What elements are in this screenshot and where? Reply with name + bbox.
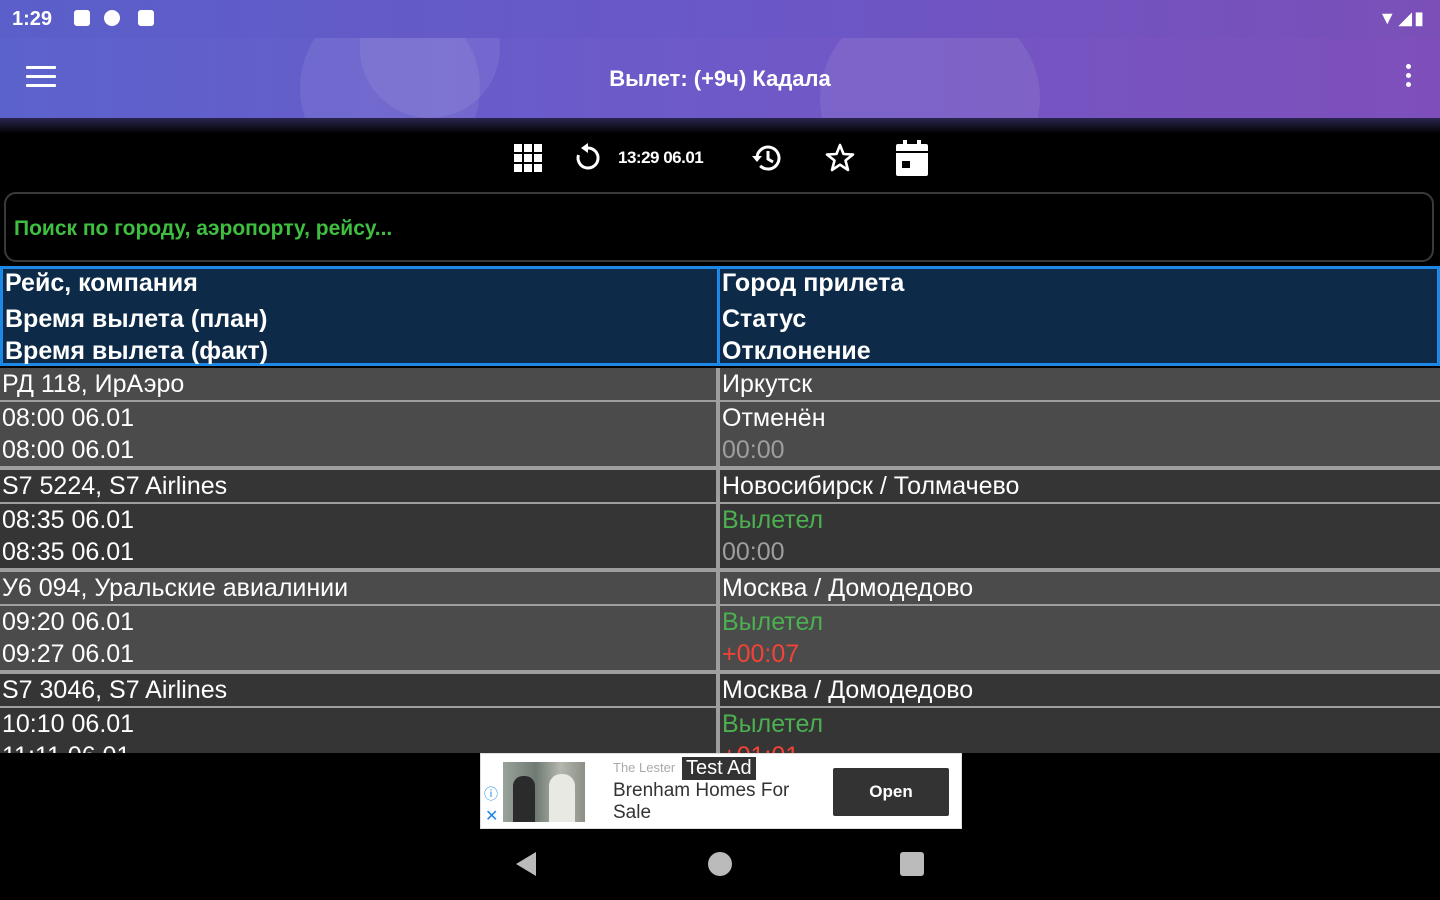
row-right: Новосибирск / Толмачево Вылетел 00:00 (720, 470, 1440, 568)
flight-status: Отменён (722, 404, 826, 432)
ad-brand: The Lester (613, 760, 676, 775)
flight-number: РД 118, ИрАэро (2, 370, 185, 398)
arrival-city: Иркутск (722, 370, 813, 398)
update-timestamp: 13:29 06.01 (618, 148, 704, 167)
appbar-shadow (0, 118, 1440, 134)
search-input[interactable] (12, 214, 1416, 244)
arrival-city: Москва / Домодедово (722, 574, 974, 602)
header-left: Рейс, компания Время вылета (план) Время… (3, 269, 720, 365)
arrival-city: Москва / Домодедово (722, 676, 974, 704)
table-row[interactable]: РД 118, ИрАэро 08:00 06.01 08:00 06.01 И… (0, 368, 1440, 470)
page-title: Вылет: (+9ч) Кадала (609, 66, 831, 91)
table-row[interactable]: S7 3046, S7 Airlines 10:10 06.01 11:11 0… (0, 674, 1440, 753)
calendar-icon[interactable] (890, 136, 934, 180)
grid-view-icon[interactable] (508, 136, 548, 180)
header-status: Статус (722, 305, 807, 333)
actual-time: 09:27 06.01 (2, 640, 135, 668)
header-flight: Рейс, компания (5, 269, 198, 297)
status-bar: 1:29 ▼◢▮ (0, 0, 1440, 38)
flight-number: У6 094, Уральские авиалинии (2, 574, 349, 602)
planned-time: 08:35 06.01 (2, 506, 135, 534)
header-city: Город прилета (722, 269, 905, 297)
header-actual-time: Время вылета (факт) (5, 337, 269, 365)
status-time: 1:29 (12, 8, 53, 30)
signal-battery-icon: ▼◢▮ (1378, 8, 1426, 28)
system-nav-bar (0, 830, 1440, 900)
flight-number: S7 3046, S7 Airlines (2, 676, 228, 704)
home-icon[interactable] (708, 852, 732, 876)
table-header: Рейс, компания Время вылета (план) Время… (0, 266, 1440, 366)
header-deviation: Отклонение (722, 337, 871, 365)
test-ad-label: Test Ad (681, 756, 757, 781)
toolbar: 13:29 06.01 (0, 136, 1440, 182)
flights-table: Рейс, компания Время вылета (план) Время… (0, 266, 1440, 753)
refresh-icon[interactable] (570, 136, 606, 180)
deviation: 00:00 (722, 436, 785, 464)
flight-number: S7 5224, S7 Airlines (2, 472, 228, 500)
deviation: +01:01 (722, 742, 799, 753)
table-row[interactable]: У6 094, Уральские авиалинии 09:20 06.01 … (0, 572, 1440, 674)
parking-icon (104, 10, 120, 26)
row-left: S7 3046, S7 Airlines 10:10 06.01 11:11 0… (0, 674, 716, 753)
favorites-star-icon[interactable] (820, 136, 860, 180)
ad-headline-line2: Sale (613, 802, 652, 823)
row-left: S7 5224, S7 Airlines 08:35 06.01 08:35 0… (0, 470, 716, 568)
actual-time: 08:35 06.01 (2, 538, 135, 566)
row-left: У6 094, Уральские авиалинии 09:20 06.01 … (0, 572, 716, 670)
adchoices-icon[interactable]: ⓘ (484, 784, 498, 804)
ad-headline-line1: Brenham Homes For (613, 780, 790, 801)
actual-time: 11:11 06.01 (2, 742, 130, 753)
recent-apps-icon[interactable] (900, 852, 924, 876)
back-icon[interactable] (516, 852, 536, 876)
row-right: Москва / Домодедово Вылетел +01:01 (720, 674, 1440, 753)
notification-icon (74, 10, 90, 26)
row-left: РД 118, ИрАэро 08:00 06.01 08:00 06.01 (0, 368, 716, 466)
planned-time: 10:10 06.01 (2, 710, 135, 738)
sd-card-icon (138, 10, 154, 26)
row-right: Москва / Домодедово Вылетел +00:07 (720, 572, 1440, 670)
planned-time: 08:00 06.01 (2, 404, 135, 432)
header-right: Город прилета Статус Отклонение (720, 269, 1436, 365)
row-right: Иркутск Отменён 00:00 (720, 368, 1440, 466)
deviation: +00:07 (722, 640, 800, 668)
flight-status: Вылетел (722, 506, 824, 534)
history-icon[interactable] (748, 136, 788, 180)
arrival-city: Новосибирск / Толмачево (722, 472, 1020, 500)
table-row[interactable]: S7 5224, S7 Airlines 08:35 06.01 08:35 0… (0, 470, 1440, 572)
deviation: 00:00 (722, 538, 785, 566)
flight-status: Вылетел (722, 608, 824, 636)
app-bar: Вылет: (+9ч) Кадала (0, 38, 1440, 118)
search-box (4, 192, 1434, 262)
header-planned-time: Время вылета (план) (5, 305, 268, 333)
ad-open-button[interactable]: Open (833, 768, 949, 816)
actual-time: 08:00 06.01 (2, 436, 135, 464)
ad-image (503, 762, 585, 822)
planned-time: 09:20 06.01 (2, 608, 135, 636)
ad-banner[interactable]: ⓘ ✕ The Lester Brenham Homes For Sale Te… (480, 753, 962, 829)
close-ad-icon[interactable]: ✕ (485, 806, 498, 826)
more-options-icon[interactable] (1404, 64, 1412, 92)
flight-status: Вылетел (722, 710, 824, 738)
